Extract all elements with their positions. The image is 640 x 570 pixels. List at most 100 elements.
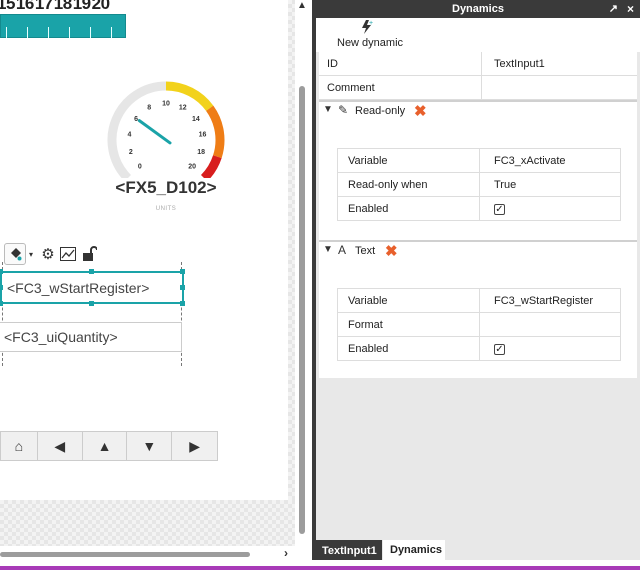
read-only-table: Variable FC3_xActivate Read-only when Tr… [337, 148, 621, 221]
design-canvas[interactable]: 151617181920 0 2 4 6 8 10 12 14 16 18 20 <FX5_D102… [0, 0, 312, 570]
gauge-band [200, 155, 222, 178]
chevron-down-icon[interactable]: ▾ [26, 243, 36, 265]
unlock-icon[interactable] [80, 243, 100, 265]
trend-chart-icon[interactable] [58, 243, 78, 265]
undock-icon[interactable]: ↗ [609, 0, 618, 18]
paint-bucket-icon[interactable] [4, 243, 26, 265]
property-value[interactable]: FC3_xActivate [479, 149, 621, 172]
gauge-tag-label: <FX5_D102> [115, 178, 217, 197]
property-value[interactable] [481, 76, 637, 99]
gauge-scale-label: 0 [138, 164, 142, 171]
svg-text:+: + [369, 20, 373, 27]
text-table: Variable FC3_wStartRegister Format Enabl… [337, 288, 621, 361]
chevron-right-icon[interactable]: › [284, 546, 288, 560]
property-key: Variable [348, 155, 388, 167]
section-label: Read-only [355, 105, 406, 117]
resize-handle[interactable] [89, 269, 94, 274]
gauge-band [165, 81, 214, 112]
ruler-bar[interactable] [0, 14, 126, 38]
ruler-label: 19 [72, 0, 91, 13]
resize-handle[interactable] [180, 285, 185, 290]
gauge-scale-label: 8 [147, 105, 151, 112]
gauge-scale-label: 4 [128, 132, 132, 139]
arrow-right-icon[interactable]: ▶ [172, 432, 217, 460]
sub-row-variable: Variable FC3_xActivate [337, 149, 621, 173]
gauge-scale-label: 10 [162, 101, 170, 108]
dynamics-panel: Dynamics ↗ × + New dynamic ID TextInput1… [312, 0, 640, 566]
section-label: Text [355, 245, 376, 257]
panel-title: Dynamics ↗ × [316, 0, 640, 18]
property-key: Enabled [348, 343, 389, 355]
delete-icon[interactable]: ✖ [385, 242, 398, 260]
gauge-widget[interactable]: 0 2 4 6 8 10 12 14 16 18 20 [100, 74, 232, 178]
magic-wand-add-icon[interactable]: + [360, 19, 374, 38]
ruler-label: 18 [53, 0, 72, 13]
gauge-needle [137, 119, 172, 145]
ruler-labels: 151617181920 [0, 0, 111, 13]
delete-icon[interactable]: ✖ [414, 102, 427, 120]
arrow-up-icon[interactable]: ▲ [83, 432, 128, 460]
property-key: Format [348, 319, 383, 331]
navigation-bar: ⌂ ◀ ▲ ▼ ▶ [0, 431, 218, 461]
resize-handle[interactable] [180, 301, 185, 306]
property-value[interactable] [479, 313, 621, 336]
sub-row-enabled: Enabled ✓ [337, 197, 621, 221]
section-read-only[interactable]: ▼ ✎ Read-only ✖ [319, 100, 637, 120]
gauge-scale-label: 2 [129, 149, 133, 156]
magic-wand-icon: ✎ [338, 103, 349, 117]
property-value[interactable]: FC3_wStartRegister [479, 289, 621, 312]
ruler-label: 16 [15, 0, 34, 13]
canvas-margin-right [288, 0, 295, 546]
arrow-left-icon[interactable]: ◀ [38, 432, 83, 460]
panel-toolbar: + New dynamic [316, 18, 640, 52]
property-key: Read-only when [348, 179, 428, 191]
gauge-scale-label: 6 [134, 116, 138, 123]
gauge-scale-label: 18 [197, 149, 205, 156]
canvas-margin-bottom [0, 500, 295, 546]
ruler-label: 17 [34, 0, 53, 13]
horizontal-scroll-thumb[interactable] [0, 552, 250, 557]
property-row-comment: Comment [319, 76, 637, 100]
gauge-scale-labels: 0 2 4 6 8 10 12 14 16 18 20 [128, 101, 207, 171]
property-value: ✓ [479, 337, 621, 360]
text-input-start-register[interactable]: <FC3_wStartRegister> [0, 271, 184, 304]
property-value: ✓ [479, 197, 621, 220]
chevron-up-icon[interactable]: ▲ [297, 0, 307, 11]
text-input-quantity[interactable]: <FC3_uiQuantity> [0, 322, 182, 352]
sub-row-variable: Variable FC3_wStartRegister [337, 289, 621, 313]
ruler-label: 15 [0, 0, 15, 13]
section-text[interactable]: ▼ A Text ✖ [319, 240, 637, 260]
property-key: Variable [348, 295, 388, 307]
gauge-units-label: UNITS [155, 206, 177, 212]
dynamics-properties: ID TextInput1 Comment ▼ ✎ Read-only ✖ Va… [319, 52, 637, 378]
property-value[interactable]: TextInput1 [481, 52, 637, 75]
panel-title-text: Dynamics [452, 3, 504, 15]
resize-handle[interactable] [180, 269, 185, 274]
sub-row-enabled: Enabled ✓ [337, 337, 621, 361]
horizontal-scrollbar[interactable]: › [0, 546, 312, 560]
enabled-checkbox[interactable]: ✓ [494, 344, 505, 355]
chevron-down-icon[interactable]: ▼ [323, 244, 333, 255]
ruler-label: 20 [91, 0, 110, 13]
property-key: Enabled [348, 203, 389, 215]
arrow-down-icon[interactable]: ▼ [127, 432, 173, 460]
resize-handle[interactable] [0, 269, 3, 274]
gauge-band [205, 105, 225, 159]
chevron-down-icon[interactable]: ▼ [323, 104, 333, 115]
resize-handle[interactable] [0, 301, 3, 306]
property-key: Comment [327, 82, 375, 94]
property-value[interactable]: True [479, 173, 621, 196]
gauge-scale-label: 20 [188, 164, 196, 171]
sub-row-read-only-when: Read-only when True [337, 173, 621, 197]
enabled-checkbox[interactable]: ✓ [494, 204, 505, 215]
vertical-scroll-thumb[interactable] [299, 86, 305, 534]
new-dynamic-button[interactable]: New dynamic [337, 37, 403, 49]
close-icon[interactable]: × [627, 0, 634, 18]
vertical-scrollbar[interactable]: ▲ [295, 0, 309, 546]
resize-handle[interactable] [89, 301, 94, 306]
gear-icon[interactable]: ⚙ [38, 243, 58, 265]
resize-handle[interactable] [0, 285, 3, 290]
sub-row-format: Format [337, 313, 621, 337]
home-icon[interactable]: ⌂ [1, 432, 38, 460]
gauge-scale-label: 14 [192, 116, 200, 123]
